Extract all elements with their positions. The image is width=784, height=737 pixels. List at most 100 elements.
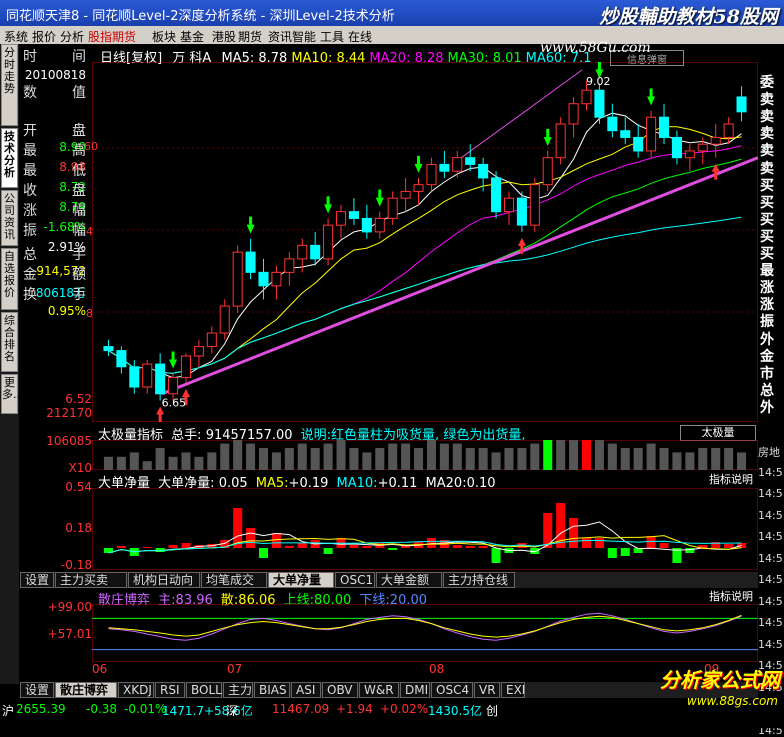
volume-bar-43 bbox=[659, 448, 669, 470]
menu-item-3[interactable]: 股指期货 bbox=[88, 28, 136, 45]
right-quote-column: 委卖卖卖卖卖买买买买买最涨涨振外金市总外房地 14:5 14:5 14:5 14:5 14… bbox=[758, 44, 784, 737]
tb2-tab-10[interactable]: DMI bbox=[400, 682, 430, 698]
menu-item-0[interactable]: 系统 bbox=[4, 28, 28, 45]
osc-button[interactable]: 指标说明 bbox=[706, 590, 756, 604]
volume-button[interactable]: 太极量 bbox=[680, 425, 756, 441]
volume-bar-12 bbox=[258, 448, 269, 470]
tb1-tab-1[interactable]: 主力买卖 bbox=[55, 572, 127, 588]
main-chart-frame bbox=[92, 62, 758, 422]
bigorder-bar-27 bbox=[452, 545, 462, 548]
candle-body-12 bbox=[258, 271, 269, 287]
tb1-tab-3[interactable]: 均笔成交 bbox=[201, 572, 267, 588]
bigorder-ma-line-2 bbox=[108, 540, 742, 554]
candle-body-36 bbox=[568, 103, 579, 125]
vtab-5[interactable]: 更多... bbox=[1, 374, 24, 414]
vtab-4[interactable]: 综合排名 bbox=[1, 312, 18, 372]
volume-bar-46 bbox=[698, 448, 708, 470]
candle-body-0 bbox=[103, 346, 114, 352]
candle-body-42 bbox=[646, 116, 657, 152]
tb2-tab-9[interactable]: W&R bbox=[359, 682, 399, 698]
menu-item-2[interactable]: 分析 bbox=[60, 28, 84, 45]
candle-body-46 bbox=[697, 143, 708, 152]
tb2-tab-4[interactable]: BOLL bbox=[186, 682, 222, 698]
volume-bar-5 bbox=[168, 456, 178, 470]
bigorder-bar-17 bbox=[323, 548, 333, 554]
menu-item-6[interactable]: 港股 bbox=[212, 28, 236, 45]
tb2-tab-11[interactable]: OSC4 bbox=[431, 682, 473, 698]
vtab-2[interactable]: 公司资讯 bbox=[1, 190, 18, 246]
candlestick-chart[interactable]: 9.02 6.65 bbox=[92, 62, 758, 422]
vtab-3[interactable]: 自选报价 bbox=[1, 248, 18, 310]
right-col-time-7: 14:5 bbox=[758, 594, 783, 608]
tb2-tab-12[interactable]: VR bbox=[474, 682, 500, 698]
menu-item-1[interactable]: 报价 bbox=[32, 28, 56, 45]
tb2-tab-5[interactable]: 主力 bbox=[223, 682, 253, 698]
x-tick-1: 07 bbox=[227, 662, 243, 676]
green-arrow-2 bbox=[324, 196, 333, 214]
menu-item-10[interactable]: 工具 bbox=[320, 28, 344, 45]
bigorder-bar-40 bbox=[620, 548, 630, 556]
volume-bar-10 bbox=[233, 440, 243, 470]
volume-bar-27 bbox=[452, 443, 462, 470]
candle-body-7 bbox=[193, 346, 204, 357]
candle-body-2 bbox=[129, 366, 140, 388]
info-value-1: 20100818 bbox=[24, 68, 86, 82]
tb2-tab-2[interactable]: XKDJ bbox=[118, 682, 154, 698]
candle-body-10 bbox=[232, 251, 243, 307]
tb2-tab-6[interactable]: BIAS bbox=[254, 682, 290, 698]
tb2-tab-7[interactable]: ASI bbox=[291, 682, 321, 698]
right-col-time-4: 14:5 bbox=[758, 530, 783, 543]
candle-body-9 bbox=[219, 305, 230, 334]
bigorder-bar-5 bbox=[168, 545, 178, 548]
menu-item-9[interactable]: 智能 bbox=[292, 28, 316, 45]
tb1-tab-0[interactable]: 设置 bbox=[20, 572, 54, 588]
tb1-tab-4[interactable]: 大单净量 bbox=[268, 572, 334, 588]
vtab-1[interactable]: 技术分析 bbox=[1, 128, 18, 188]
info-label-left-8: 振 bbox=[23, 223, 37, 239]
status-item-1: 2655.39 bbox=[16, 702, 66, 716]
menu-item-4[interactable]: 板块 bbox=[152, 28, 176, 45]
volume-bar-26 bbox=[439, 443, 449, 470]
volume-frame bbox=[92, 440, 758, 470]
tb2-tab-3[interactable]: RSI bbox=[155, 682, 185, 698]
info-label-left-4: 最 bbox=[23, 143, 37, 159]
volume-bar-6 bbox=[181, 452, 191, 470]
volume-bar-33 bbox=[530, 443, 540, 470]
volume-ytick-2: X10 bbox=[68, 461, 93, 475]
bigorder-ytick-1: 0.18 bbox=[65, 521, 92, 535]
tb1-tab-5[interactable]: OSC1 bbox=[335, 572, 375, 588]
tb1-tab-2[interactable]: 机构日动向 bbox=[128, 572, 200, 588]
right-col-time-8: 14:5 bbox=[758, 616, 783, 629]
tb2-tab-8[interactable]: OBV bbox=[322, 682, 358, 698]
menu-bar: 系统 报价 分析 股指期货 板块 基金 港股 期货 资讯 智能 工具 在线 bbox=[0, 26, 784, 44]
menu-item-8[interactable]: 资讯 bbox=[268, 28, 292, 45]
vtab-0[interactable]: 分时走势 bbox=[1, 44, 18, 126]
tb2-tab-1[interactable]: 散庄博弈 bbox=[55, 682, 117, 698]
x-tick-0: 06 bbox=[92, 662, 108, 676]
candle-body-20 bbox=[361, 217, 372, 233]
info-row-5: 最 8.72 低 bbox=[20, 160, 88, 194]
menu-item-11[interactable]: 在线 bbox=[348, 28, 372, 45]
ma5-line bbox=[108, 112, 742, 379]
volume-bar-45 bbox=[685, 452, 695, 470]
trend-line-support bbox=[161, 156, 758, 396]
candle-body-18 bbox=[335, 211, 347, 226]
volume-bar-41 bbox=[633, 448, 643, 470]
candle-body-31 bbox=[503, 197, 515, 213]
tb2-tab-0[interactable]: 设置 bbox=[20, 682, 54, 698]
tb1-tab-7[interactable]: 主力持仓线 bbox=[443, 572, 515, 588]
volume-bar-21 bbox=[375, 448, 385, 470]
info-label-right-7: 幅 bbox=[72, 203, 86, 219]
osc-chart[interactable] bbox=[92, 604, 758, 662]
info-row-8: 振 2.91% 幅 bbox=[20, 220, 88, 254]
menu-item-7[interactable]: 期货 bbox=[238, 28, 262, 45]
bigorder-bar-20 bbox=[362, 546, 372, 548]
info-label-left-3: 开 bbox=[23, 123, 37, 139]
menu-item-5[interactable]: 基金 bbox=[180, 28, 204, 45]
title-bar: 同花顺天津8 - 同花顺Level-2深度分析系统 - 深圳Level-2技术分… bbox=[0, 0, 784, 28]
tb1-tab-6[interactable]: 大单金额 bbox=[376, 572, 442, 588]
bigorder-chart[interactable] bbox=[92, 488, 758, 570]
volume-chart[interactable] bbox=[92, 440, 758, 470]
bigorder-button[interactable]: 指标说明 bbox=[706, 473, 756, 487]
tb2-tab-13[interactable]: EXI bbox=[501, 682, 525, 698]
